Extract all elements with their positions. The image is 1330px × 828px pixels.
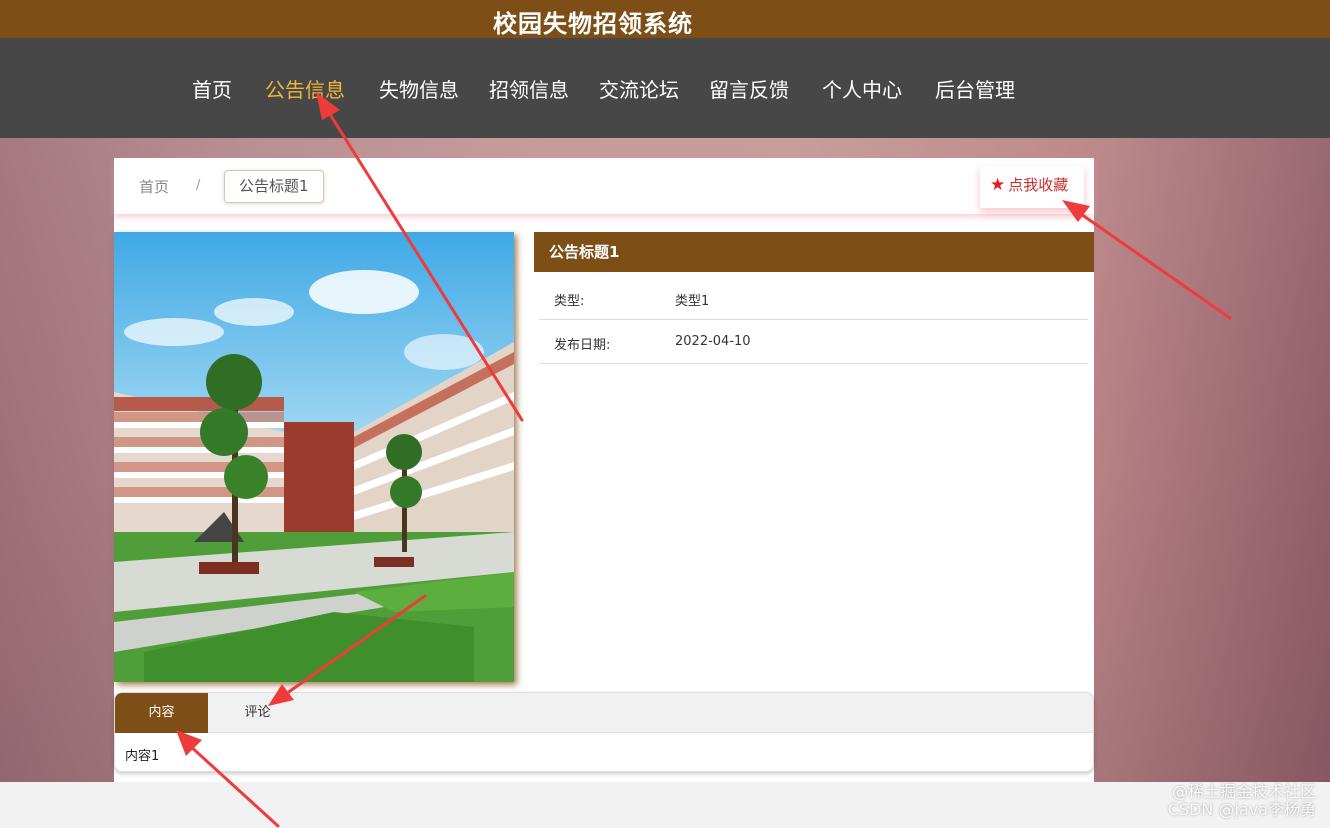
announcement-image [114, 232, 514, 682]
favorite-button[interactable]: ★ 点我收藏 [980, 166, 1084, 208]
detail-panel: 首页 / 公告标题1 ★ 点我收藏 公告标题1 类型: 类型1 发布日期: 20… [114, 158, 1094, 782]
footer-strip [0, 782, 1330, 828]
detail-date-row: 发布日期: 2022-04-10 [539, 320, 1088, 364]
watermark: @稀土掘金技术社区 CSDN @java李杨勇 [1168, 783, 1316, 819]
nav-item-announcements[interactable]: 公告信息 [265, 74, 345, 103]
tab-comments[interactable]: 评论 [211, 693, 304, 733]
breadcrumb-separator: / [196, 178, 201, 193]
star-icon: ★ [990, 175, 1006, 195]
tab-content-body: 内容1 [125, 749, 160, 764]
tabs-header: 内容 评论 [115, 693, 1093, 733]
detail-title: 公告标题1 [534, 232, 1094, 272]
nav-item-forum[interactable]: 交流论坛 [599, 74, 679, 103]
detail-date-value: 2022-04-10 [675, 334, 751, 349]
detail-type-row: 类型: 类型1 [539, 276, 1088, 320]
nav-item-home[interactable]: 首页 [192, 74, 232, 103]
nav-item-profile[interactable]: 个人中心 [822, 74, 902, 103]
nav-item-found-items[interactable]: 招领信息 [489, 74, 569, 103]
watermark-line-1: @稀土掘金技术社区 [1171, 782, 1316, 801]
nav-item-feedback[interactable]: 留言反馈 [709, 74, 789, 103]
favorite-label: 点我收藏 [1008, 176, 1069, 194]
site-title: 校园失物招领系统 [493, 10, 693, 38]
breadcrumb-home[interactable]: 首页 [139, 176, 169, 197]
main-nav: 首页 公告信息 失物信息 招领信息 交流论坛 留言反馈 个人中心 后台管理 [0, 38, 1330, 138]
breadcrumb-current: 公告标题1 [224, 170, 324, 203]
tab-content[interactable]: 内容 [115, 693, 208, 733]
detail-type-label: 类型: [554, 294, 585, 309]
watermark-line-2: CSDN @java李杨勇 [1167, 800, 1316, 819]
nav-item-lost-items[interactable]: 失物信息 [379, 74, 459, 103]
content-tabs: 内容 评论 内容1 [114, 692, 1094, 772]
breadcrumb: 首页 / 公告标题1 ★ 点我收藏 [114, 158, 1094, 214]
title-bar: 校园失物招领系统 [0, 0, 1330, 38]
detail-type-value: 类型1 [675, 294, 710, 309]
detail-date-label: 发布日期: [554, 338, 611, 353]
nav-item-admin[interactable]: 后台管理 [935, 74, 1015, 103]
